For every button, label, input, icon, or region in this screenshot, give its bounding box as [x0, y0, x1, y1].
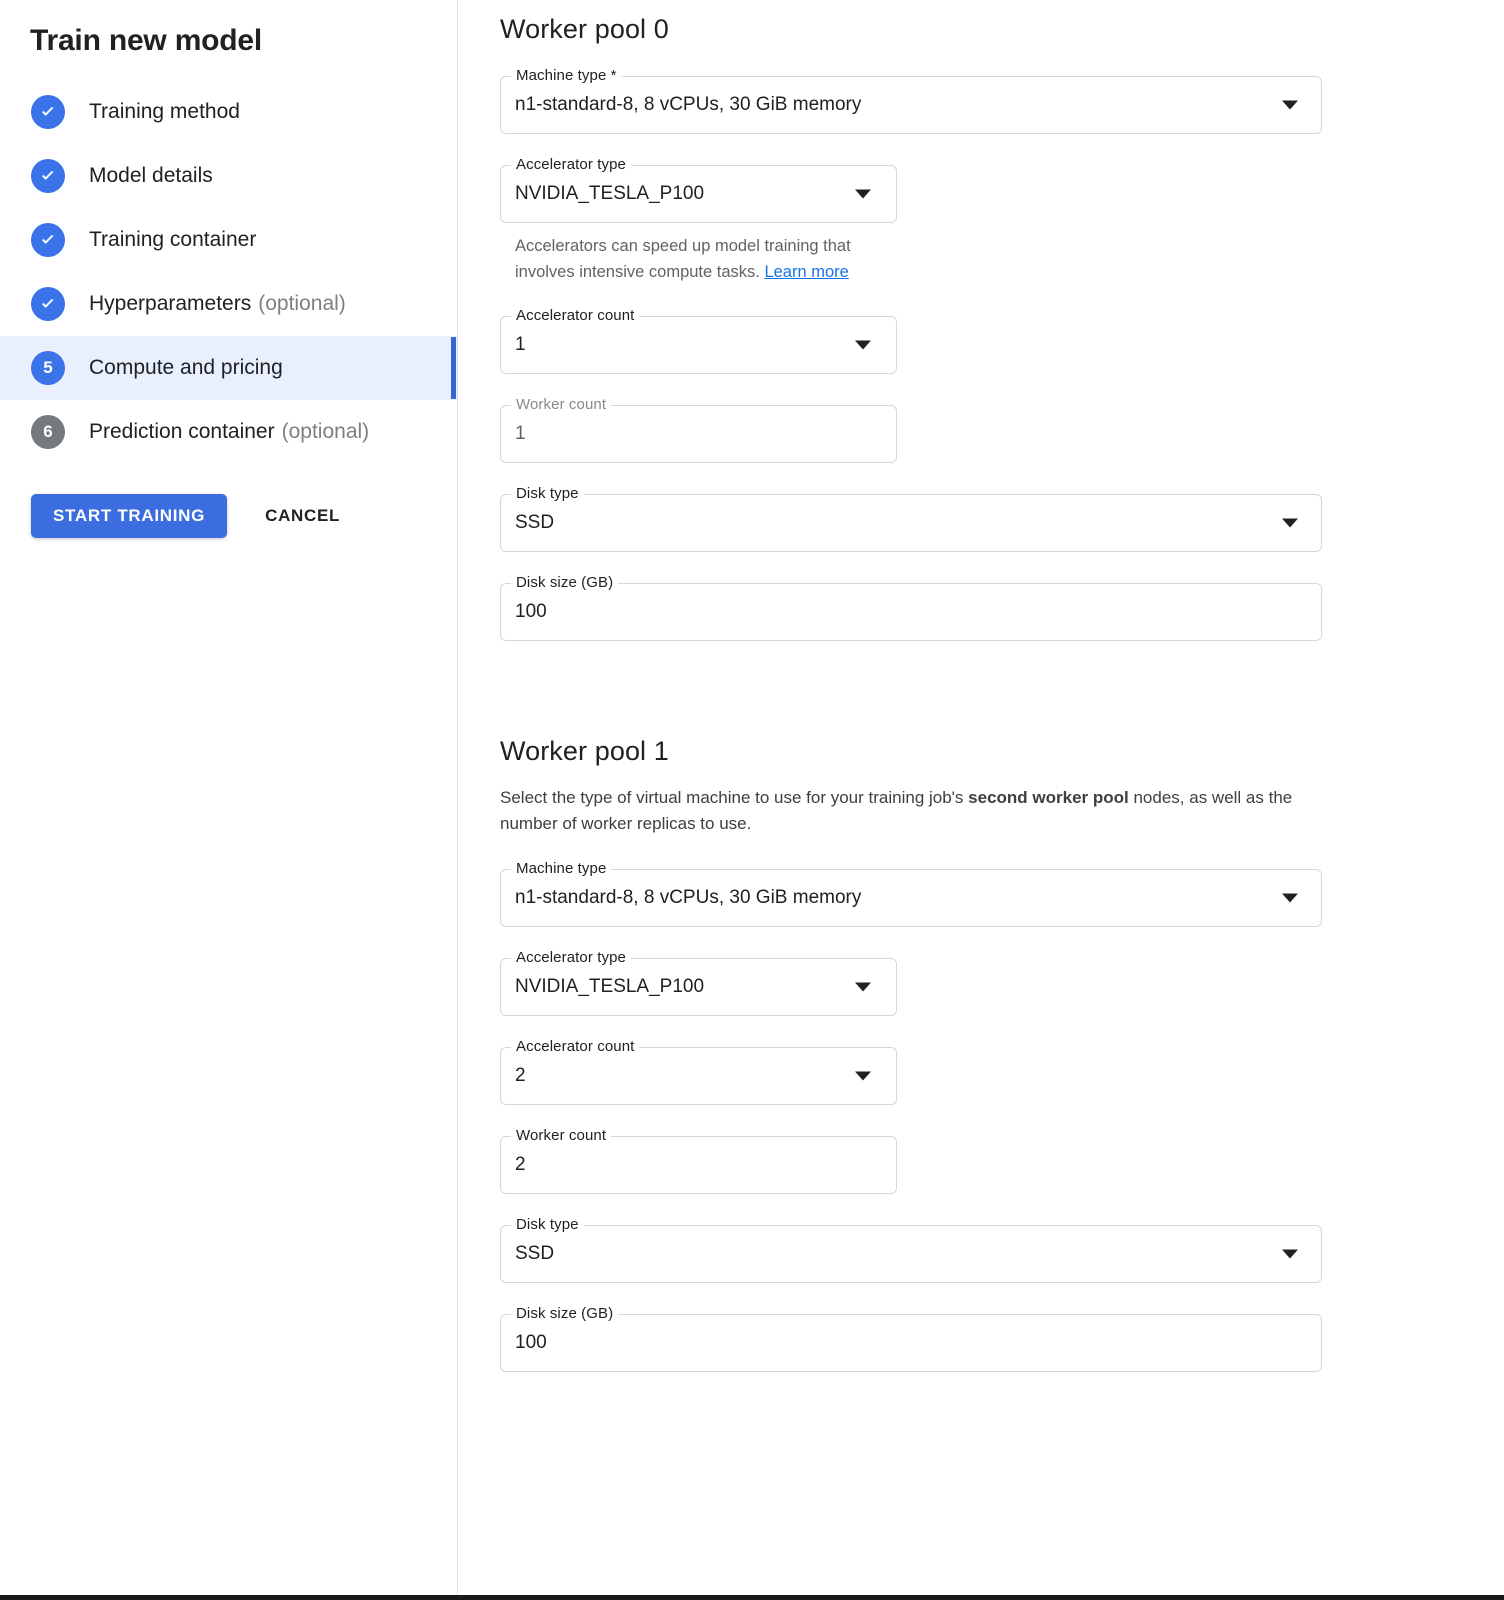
sidebar-step-label: Training container: [89, 228, 257, 251]
chevron-down-icon[interactable]: [1282, 893, 1298, 903]
pool-1-accelerator-type-select[interactable]: Accelerator type NVIDIA_TESLA_P100: [500, 948, 897, 1016]
field-label: Machine type: [511, 859, 612, 878]
chevron-down-icon[interactable]: [855, 1071, 871, 1081]
sidebar-step-prediction-container[interactable]: 6 Prediction container (optional): [0, 400, 457, 464]
wizard-step-list: Training method Model details Training con…: [0, 80, 457, 464]
pool-0-machine-type-select[interactable]: Machine type * n1-standard-8, 8 vCPUs, 30…: [500, 67, 1322, 134]
cancel-button[interactable]: CANCEL: [265, 506, 340, 526]
sidebar-action-bar: START TRAINING CANCEL: [0, 464, 457, 538]
learn-more-link[interactable]: Learn more: [764, 263, 848, 281]
field-value: SSD: [515, 512, 555, 534]
field-label: Accelerator count: [511, 1037, 640, 1056]
pool-1-accelerator-count-select[interactable]: Accelerator count 2: [500, 1037, 897, 1105]
chevron-down-icon[interactable]: [1282, 518, 1298, 528]
description-text-before: Select the type of virtual machine to us…: [500, 788, 969, 808]
description-emphasis: second worker pool: [968, 788, 1129, 808]
worker-pool-1-description: Select the type of virtual machine to us…: [500, 785, 1300, 838]
field-helper-text: Accelerators can speed up model training…: [515, 234, 875, 285]
pool-0-disk-size-gb-input[interactable]: Disk size (GB) 100: [500, 574, 1322, 642]
pool-1-disk-type-select[interactable]: Disk type SSD: [500, 1215, 1322, 1283]
sidebar-step-label: Model details: [89, 164, 213, 187]
chevron-down-icon[interactable]: [855, 340, 871, 350]
field-label: Accelerator count: [511, 307, 640, 326]
wizard-sidebar: Train new model Training method Model det…: [0, 0, 458, 1595]
step-complete-check-icon: [31, 287, 65, 321]
pool-0-disk-type-select[interactable]: Disk type SSD: [500, 485, 1322, 553]
pool-0-worker-count-input: Worker count 1: [500, 396, 897, 464]
worker-pool-0-title: Worker pool 0: [500, 14, 669, 44]
field-value: 100: [515, 601, 547, 623]
sidebar-step-label: Compute and pricing: [89, 356, 283, 379]
chevron-down-icon[interactable]: [1282, 100, 1298, 110]
step-complete-check-icon: [31, 159, 65, 193]
field-label: Worker count: [511, 396, 612, 415]
train-new-model-page: Train new model Training method Model det…: [0, 0, 1504, 1600]
field-outline: [500, 494, 1322, 553]
chevron-down-icon[interactable]: [855, 189, 871, 199]
field-value: 1: [515, 423, 526, 445]
field-label: Worker count: [511, 1126, 612, 1145]
worker-pool-1-title: Worker pool 1: [500, 736, 669, 767]
sidebar-step-compute-and-pricing[interactable]: 5 Compute and pricing: [0, 336, 457, 400]
sidebar-step-training-container[interactable]: Training container: [0, 208, 457, 272]
sidebar-step-label: Hyperparameters: [89, 292, 252, 315]
field-value: 1: [515, 334, 526, 356]
pool-1-disk-size-gb-input[interactable]: Disk size (GB) 100: [500, 1304, 1322, 1372]
sidebar-step-label: Prediction container: [89, 420, 275, 443]
field-label: Machine type *: [511, 67, 622, 85]
field-value: 2: [515, 1064, 526, 1086]
sidebar-step-optional-tag: (optional): [281, 420, 370, 443]
step-number-badge: 6: [31, 415, 65, 449]
sidebar-step-hyperparameters[interactable]: Hyperparameters (optional): [0, 272, 457, 336]
field-value: NVIDIA_TESLA_P100: [515, 183, 705, 204]
field-value: 100: [515, 1331, 547, 1353]
field-label: Accelerator type: [511, 156, 631, 174]
worker-pools-container: Worker pool 0 Machine type * n1-standard-8…: [500, 14, 1504, 1372]
field-label: Disk type: [511, 1215, 584, 1234]
field-outline: [500, 1224, 1322, 1283]
field-label: Disk size (GB): [511, 1304, 619, 1323]
step-complete-check-icon: [31, 95, 65, 129]
pool-0-accelerator-count-select[interactable]: Accelerator count 1: [500, 307, 897, 375]
field-label: Disk type: [511, 485, 584, 504]
sidebar-step-optional-tag: (optional): [258, 292, 346, 315]
pool-1-machine-type-select[interactable]: Machine type n1-standard-8, 8 vCPUs, 30 G…: [500, 859, 1322, 927]
page-title: Train new model: [30, 24, 263, 57]
pool-0-accelerator-type-select[interactable]: Accelerator type NVIDIA_TESLA_P100: [500, 156, 897, 223]
chevron-down-icon[interactable]: [855, 982, 871, 992]
field-value: 2: [515, 1153, 526, 1175]
field-label: Accelerator type: [511, 948, 631, 967]
pool-1-worker-count-input[interactable]: Worker count 2: [500, 1126, 897, 1194]
step-complete-check-icon: [31, 223, 65, 257]
field-value: NVIDIA_TESLA_P100: [515, 975, 705, 997]
field-outline: [500, 1313, 1322, 1372]
start-training-button[interactable]: START TRAINING: [31, 494, 228, 538]
sidebar-step-model-details[interactable]: Model details: [0, 144, 457, 208]
field-value: SSD: [515, 1242, 555, 1264]
field-label: Disk size (GB): [511, 574, 619, 593]
sidebar-step-label: Training method: [89, 100, 240, 123]
field-value: n1-standard-8, 8 vCPUs, 30 GiB memory: [515, 94, 862, 115]
field-outline: [500, 583, 1322, 642]
step-number-badge: 5: [31, 351, 65, 385]
field-value: n1-standard-8, 8 vCPUs, 30 GiB memory: [515, 886, 862, 908]
compute-and-pricing-panel: Worker pool 0 Machine type * n1-standard-8…: [459, 0, 1504, 1595]
chevron-down-icon[interactable]: [1282, 1249, 1298, 1259]
sidebar-step-training-method[interactable]: Training method: [0, 80, 457, 144]
